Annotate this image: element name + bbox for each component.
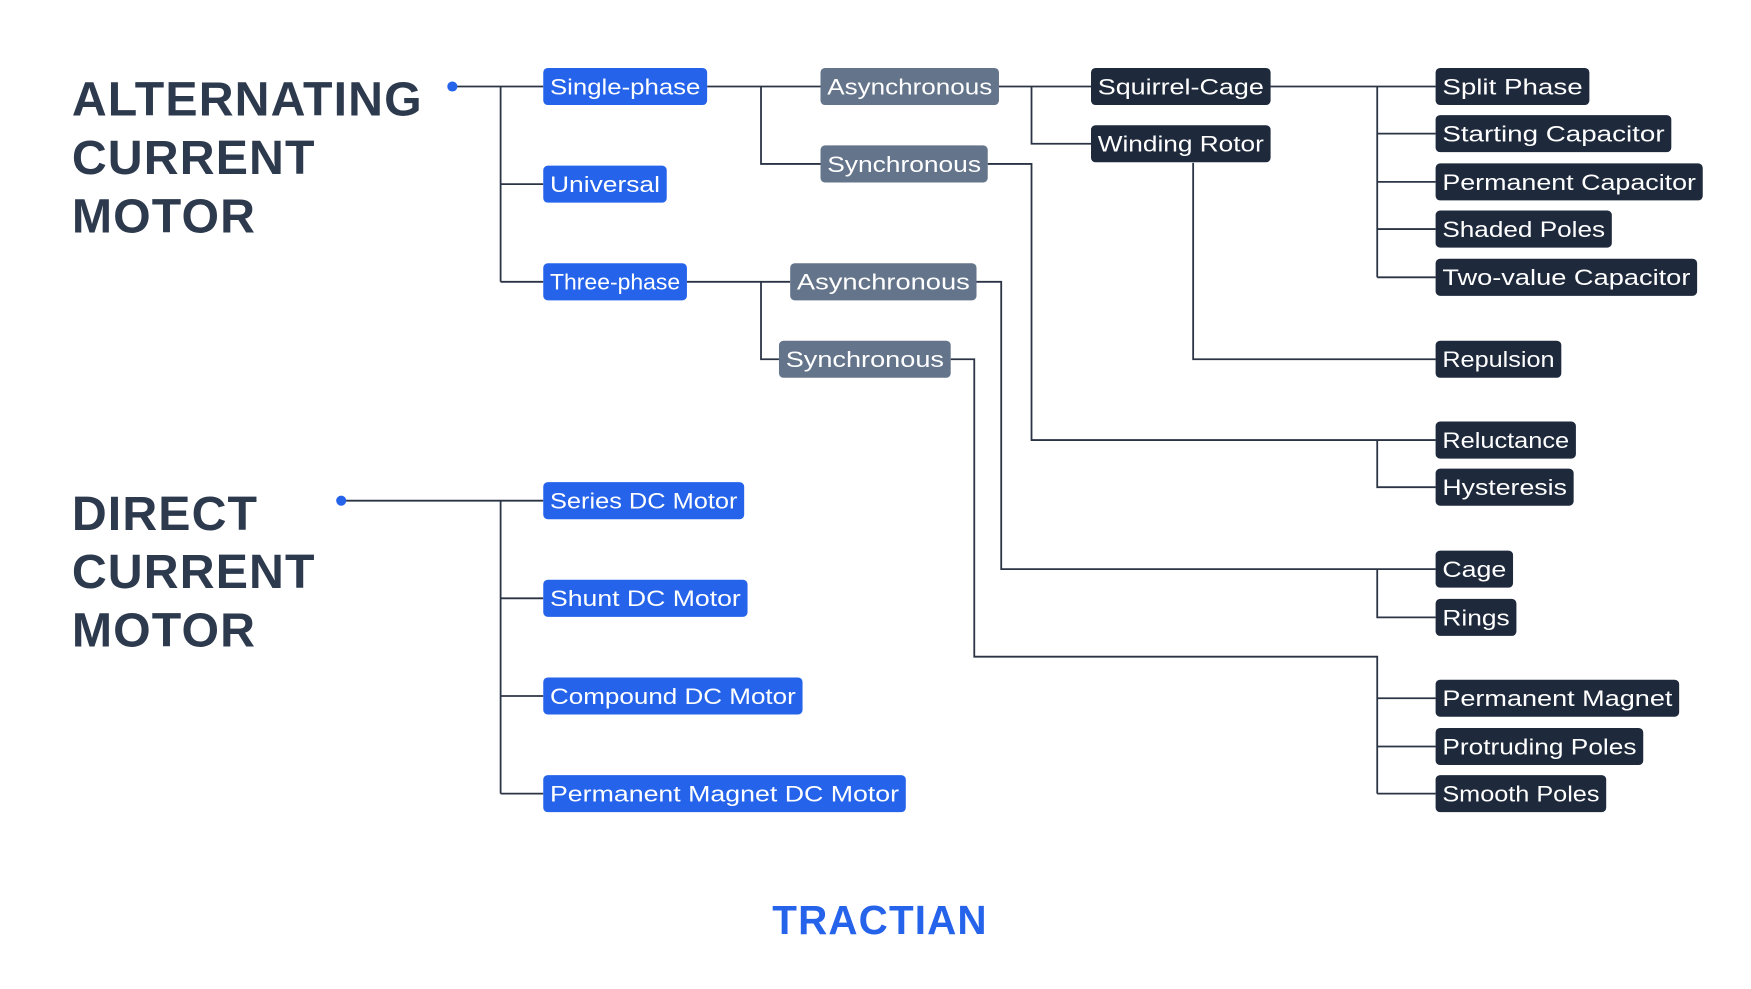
node-squirrel-cage: Squirrel-Cage (1091, 67, 1271, 106)
node-label: Three-phase (550, 270, 680, 295)
node-single-phase: Single-phase (543, 67, 708, 106)
connector-lines (341, 85, 1436, 795)
tractian-logo: TRACTIAN (772, 897, 987, 943)
node-tp-sync: Synchronous (778, 340, 951, 378)
title-line: MOTOR (72, 604, 256, 658)
node-label: Cage (1442, 557, 1506, 582)
node-label: Shaded Poles (1442, 217, 1605, 242)
title-line: MOTOR (72, 189, 256, 243)
node-compound-dc: Compound DC Motor (543, 677, 803, 715)
title-line: DIRECT (72, 487, 258, 541)
dc-root-dot (336, 495, 347, 506)
node-sp-sync: Synchronous (820, 145, 988, 183)
title-line: CURRENT (72, 131, 316, 185)
node-label: Permanent Capacitor (1442, 170, 1696, 195)
node-permanent-magnet: Permanent Magnet (1435, 679, 1680, 717)
node-tp-async: Asynchronous (790, 263, 977, 301)
node-label: Universal (550, 172, 660, 197)
node-universal: Universal (543, 165, 667, 203)
group-titles: ALTERNATING CURRENT MOTORDIRECT CURRENT MOTO… (72, 73, 458, 658)
node-label: Hysteresis (1442, 475, 1567, 500)
connector-line (760, 86, 821, 165)
node-two-value-cap: Two-value Capacitor (1435, 258, 1698, 296)
node-label: Protruding Poles (1442, 734, 1636, 759)
node-label: Series DC Motor (550, 489, 738, 514)
node-label: Synchronous (786, 347, 944, 372)
ac-title: ALTERNATING CURRENT MOTOR (72, 73, 423, 244)
connector-line (987, 163, 1436, 441)
node-shunt-dc: Shunt DC Motor (543, 579, 748, 617)
node-label: Squirrel-Cage (1098, 74, 1264, 99)
connector-line (760, 281, 779, 361)
node-cage: Cage (1435, 550, 1514, 588)
dc-title: DIRECT CURRENT MOTOR (72, 487, 316, 658)
motor-types-diagram: ALTERNATING CURRENT MOTORDIRECT CURRENT MOTO… (72, 67, 1703, 943)
node-label: Single-phase (550, 74, 700, 99)
node-label: Synchronous (827, 152, 981, 177)
node-reluctance: Reluctance (1435, 421, 1576, 459)
node-label: Smooth Poles (1442, 781, 1599, 806)
ac-root-dot (447, 81, 458, 92)
connector-line (976, 280, 1436, 571)
connector-line (1376, 440, 1436, 489)
node-label: Shunt DC Motor (550, 586, 741, 611)
connector-line (1192, 162, 1436, 361)
node-label: Repulsion (1442, 347, 1554, 372)
node-hysteresis: Hysteresis (1435, 468, 1574, 506)
node-pm-dc: Permanent Magnet DC Motor (543, 775, 906, 813)
node-series-dc: Series DC Motor (543, 482, 745, 520)
connector-line (1376, 569, 1436, 619)
node-protruding-poles: Protruding Poles (1435, 727, 1644, 766)
title-line: CURRENT (72, 545, 316, 599)
node-label: Permanent Magnet DC Motor (550, 781, 900, 806)
node-label: Split Phase (1442, 74, 1582, 99)
node-label: Reluctance (1442, 428, 1569, 453)
node-label: Rings (1442, 605, 1509, 630)
connector-line (950, 358, 1379, 794)
node-label: Winding Rotor (1098, 132, 1265, 157)
node-split-phase: Split Phase (1435, 67, 1590, 106)
node-starting-cap: Starting Capacitor (1435, 115, 1672, 153)
node-smooth-poles: Smooth Poles (1435, 775, 1607, 813)
node-label: Two-value Capacitor (1442, 265, 1691, 290)
node-rings: Rings (1435, 598, 1517, 636)
node-winding-rotor: Winding Rotor (1091, 125, 1271, 163)
node-label: Asynchronous (827, 74, 992, 99)
node-label: Starting Capacitor (1442, 121, 1665, 146)
connector-line (1030, 86, 1092, 145)
node-label: Compound DC Motor (550, 684, 796, 709)
title-line: ALTERNATING (72, 73, 423, 127)
node-permanent-cap: Permanent Capacitor (1435, 163, 1703, 201)
node-three-phase: Three-phase (543, 263, 687, 301)
node-label: Asynchronous (797, 270, 970, 295)
node-repulsion: Repulsion (1435, 340, 1562, 378)
node-shaded-poles: Shaded Poles (1435, 210, 1612, 248)
node-label: Permanent Magnet (1442, 686, 1673, 711)
node-sp-async: Asynchronous (820, 67, 999, 106)
